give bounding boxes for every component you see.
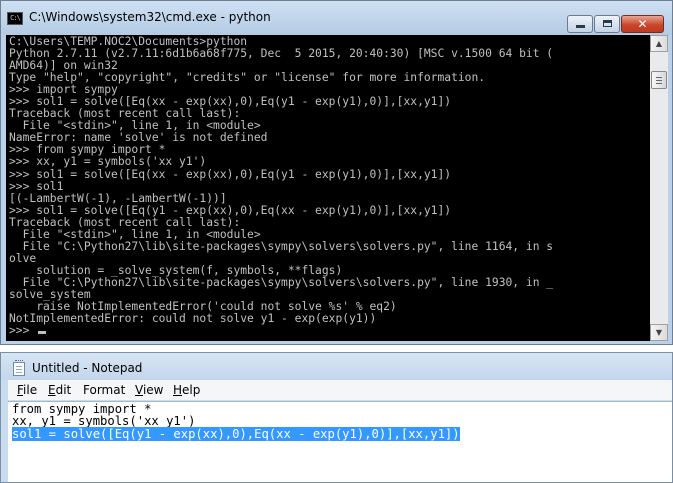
text-cursor <box>38 331 47 335</box>
console-line: >>> sol1 <box>9 179 64 193</box>
cmd-window[interactable]: C:\ C:\Windows\system32\cmd.exe - python… <box>0 0 673 345</box>
notepad-app-icon[interactable] <box>13 360 25 376</box>
console-line: >>> sol1 = solve([Eq(xx - exp(xx),0),Eq(… <box>9 167 452 181</box>
minimize-icon <box>576 25 585 28</box>
console-prompt-line[interactable]: >>> <box>9 325 553 337</box>
console-line: NotImplementedError: could not solve y1 … <box>9 312 377 326</box>
console-line: [(-LambertW(-1), -LambertW(-1))] <box>9 191 227 205</box>
notepad-window[interactable]: Untitled - Notepad File Edit Format View… <box>0 352 673 483</box>
menu-format-label: Format <box>83 383 126 397</box>
menu-bar: File Edit Format View Help <box>8 380 672 400</box>
arrow-down-icon: ▼ <box>655 328 663 337</box>
notepad-text-area[interactable]: from sympy import * xx, y1 = symbols('xx… <box>8 401 672 482</box>
cmd-window-title: C:\Windows\system32\cmd.exe - python <box>29 10 271 24</box>
cmd-app-icon[interactable]: C:\ <box>7 12 23 25</box>
notepad-window-title: Untitled - Notepad <box>32 361 143 375</box>
close-icon: ✕ <box>637 17 648 31</box>
close-button[interactable]: ✕ <box>621 15 664 33</box>
scroll-up-button[interactable]: ▲ <box>650 35 668 52</box>
console-line: File "C:\Python27\lib\site-packages\symp… <box>9 239 554 253</box>
cmd-title-bar[interactable]: C:\ C:\Windows\system32\cmd.exe - python… <box>1 1 672 35</box>
console-line: >>> xx, y1 = symbols('xx y1') <box>9 155 207 169</box>
editor-line: xx, y1 = symbols('xx y1') <box>12 414 196 429</box>
console-line: >>> sol1 = solve([Eq(y1 - exp(xx),0),Eq(… <box>9 203 452 217</box>
vertical-scrollbar[interactable]: ▲ ▼ <box>650 35 668 341</box>
arrow-up-icon: ▲ <box>655 39 663 48</box>
menu-file[interactable]: File <box>17 383 37 397</box>
console-prompt: >>> <box>9 324 37 338</box>
editor-line-selected: sol1 = solve([Eq(y1 - exp(xx),0),Eq(xx -… <box>12 426 460 441</box>
menu-help[interactable]: Help <box>173 383 200 397</box>
menu-format[interactable]: Format <box>83 383 125 397</box>
maximize-button[interactable] <box>594 15 620 33</box>
maximize-icon <box>603 20 612 27</box>
scroll-down-button[interactable]: ▼ <box>650 324 668 341</box>
notepad-title-bar[interactable]: Untitled - Notepad <box>1 353 672 380</box>
console-line: File "<stdin>", line 1, in <module> <box>9 227 261 241</box>
minimize-button[interactable] <box>567 15 593 33</box>
console-line: Traceback (most recent call last): <box>9 215 241 229</box>
console-output[interactable]: C:\Users\TEMP.NOC2\Documents>python Pyth… <box>6 35 650 341</box>
menu-view[interactable]: View <box>135 383 163 397</box>
scrollbar-thumb[interactable] <box>651 71 667 89</box>
menu-edit[interactable]: Edit <box>48 383 71 397</box>
